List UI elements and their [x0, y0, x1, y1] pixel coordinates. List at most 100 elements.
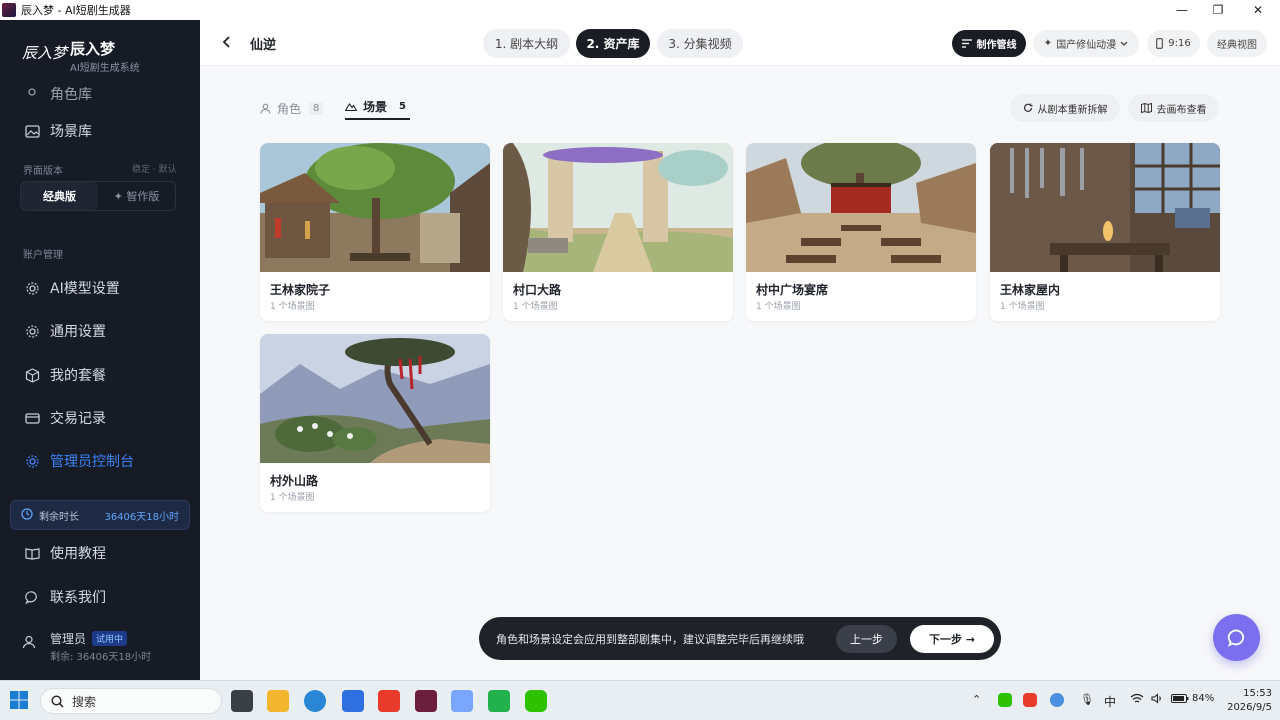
- tab-roles-count: 8: [309, 101, 324, 115]
- user-name: 管理员: [50, 632, 87, 646]
- sidebar-item-label: AI模型设置: [50, 281, 120, 297]
- sidebar-item-tutorial[interactable]: 使用教程: [14, 535, 186, 571]
- brand-subtitle: AI短剧生成系统: [70, 63, 140, 74]
- microphone-icon[interactable]: 🎙: [1080, 693, 1094, 706]
- scene-title: 村外山路: [270, 474, 319, 488]
- tray-wechat-icon[interactable]: [998, 693, 1012, 707]
- sidebar-item-package[interactable]: 我的套餐: [14, 357, 186, 393]
- edge-icon[interactable]: [304, 690, 326, 712]
- mountain-icon: [345, 101, 357, 111]
- sidebar: 角色库 辰入梦 辰入梦 AI短剧生成系统 场景库 界面版本 稳定 · 默认 经典…: [0, 20, 200, 680]
- step-episode-video[interactable]: 3. 分集视频: [657, 29, 743, 58]
- ratio-button[interactable]: 9:16: [1147, 30, 1200, 57]
- gear-icon: [24, 280, 40, 296]
- tab-scenes-label: 场景: [363, 99, 388, 114]
- maximize-button[interactable]: ❐: [1200, 0, 1236, 20]
- resplit-button[interactable]: 从剧本重新拆解: [1010, 94, 1120, 122]
- app-green-icon[interactable]: [488, 690, 510, 712]
- scene-image: [503, 143, 733, 272]
- user-profile[interactable]: 管理员 试用中 剩余: 36406天18小时: [22, 628, 192, 663]
- user-icon: [22, 634, 36, 653]
- sidebar-item-scenes[interactable]: 场景库: [14, 113, 186, 149]
- sidebar-item-transactions[interactable]: 交易记录: [14, 400, 186, 436]
- image-icon: [24, 123, 40, 139]
- wechat-icon[interactable]: [525, 690, 547, 712]
- scene-image: [260, 334, 490, 463]
- window-title: 辰入梦 - AI短剧生成器: [21, 4, 131, 17]
- taskbar-clock[interactable]: 15:53 2026/9/5: [1224, 687, 1272, 715]
- sidebar-item-roles[interactable]: 角色库: [14, 76, 186, 112]
- scene-subtitle: 1 个场景图: [270, 302, 315, 312]
- app-blue-icon[interactable]: [342, 690, 364, 712]
- tray-wps-icon[interactable]: [1023, 693, 1037, 707]
- wps-icon[interactable]: [378, 690, 400, 712]
- version-smart-button[interactable]: ✦ 智作版: [98, 182, 175, 210]
- sidebar-item-contact[interactable]: 联系我们: [14, 579, 186, 615]
- taskbar-search[interactable]: 搜索: [40, 688, 222, 714]
- step-asset-library[interactable]: 2. 资产库: [576, 29, 650, 58]
- sidebar-item-label: 我的套餐: [50, 368, 106, 384]
- sidebar-item-label: 角色库: [50, 87, 92, 103]
- ratio-label: 9:16: [1168, 38, 1191, 49]
- step-script-outline[interactable]: 1. 剧本大纲: [483, 29, 570, 58]
- pipeline-label: 制作管线: [976, 40, 1017, 51]
- card-icon: [24, 410, 40, 426]
- windows-start-icon[interactable]: [9, 690, 31, 712]
- style-select[interactable]: ✦ 国产修仙动漫: [1033, 30, 1139, 57]
- bottom-message: 角色和场景设定会应用到整部剧集中，建议调整完毕后再继续哦: [496, 633, 804, 646]
- minimize-button[interactable]: —: [1164, 0, 1200, 20]
- next-step-button[interactable]: 下一步 →: [910, 625, 994, 653]
- scene-title: 王林家院子: [270, 283, 331, 297]
- tray-chevron-up-icon[interactable]: ⌃: [972, 693, 981, 706]
- snipping-tool-icon[interactable]: [451, 690, 473, 712]
- volume-icon[interactable]: [1151, 693, 1164, 707]
- scene-card[interactable]: 王林家院子 1 个场景图: [260, 143, 490, 321]
- chat-fab-button[interactable]: [1213, 614, 1260, 661]
- ui-version-hint: 稳定 · 默认: [132, 165, 177, 175]
- app-icon: [2, 3, 16, 17]
- sidebar-item-admin[interactable]: 管理员控制台: [14, 443, 186, 479]
- clock-icon: [21, 507, 33, 523]
- bottom-action-bar: 角色和场景设定会应用到整部剧集中，建议调整完毕后再继续哦 上一步 下一步 →: [479, 617, 1001, 660]
- phone-icon: [1156, 38, 1164, 49]
- remaining-time-box: 剩余时长 36406天18小时: [10, 500, 190, 530]
- task-view-icon[interactable]: [231, 690, 253, 712]
- scene-card[interactable]: 村口大路 1 个场景图: [503, 143, 733, 321]
- scene-card[interactable]: 王林家屋内 1 个场景图: [990, 143, 1220, 321]
- pipeline-button[interactable]: 制作管线: [952, 30, 1026, 57]
- trial-badge: 试用中: [92, 631, 128, 646]
- battery-indicator[interactable]: 84%: [1171, 693, 1214, 704]
- version-classic-button[interactable]: 经典版: [21, 182, 98, 210]
- brand-logo: 辰入梦: [22, 44, 68, 62]
- battery-percent: 84%: [1192, 693, 1215, 704]
- package-icon: [24, 367, 40, 383]
- tab-scenes[interactable]: 场景 5: [345, 96, 410, 120]
- canvas-button[interactable]: 去画布查看: [1128, 94, 1219, 122]
- menu-icon: [961, 39, 972, 48]
- scene-image: [746, 143, 976, 272]
- scene-card[interactable]: 村中广场宴席 1 个场景图: [746, 143, 976, 321]
- brand-name: 辰入梦: [70, 40, 116, 58]
- sidebar-item-general[interactable]: 通用设置: [14, 313, 186, 349]
- back-arrow-icon[interactable]: [220, 34, 234, 53]
- remaining-label: 剩余时长: [39, 511, 79, 523]
- scene-image: [990, 143, 1220, 272]
- file-explorer-icon[interactable]: [267, 690, 289, 712]
- close-button[interactable]: ✕: [1240, 0, 1276, 20]
- scene-image: [260, 143, 490, 272]
- classic-view-button[interactable]: 经典视图: [1207, 30, 1267, 57]
- sidebar-item-label: 使用教程: [50, 546, 106, 562]
- input-language[interactable]: 中: [1104, 693, 1116, 710]
- refresh-icon: [1023, 103, 1033, 113]
- sidebar-item-ai-model[interactable]: AI模型设置: [14, 270, 186, 306]
- prev-step-button[interactable]: 上一步: [836, 625, 897, 653]
- scene-card[interactable]: 村外山路 1 个场景图: [260, 334, 490, 512]
- window-titlebar: 辰入梦 - AI短剧生成器 — ❐ ✕: [0, 0, 1280, 20]
- sidebar-item-label: 交易记录: [50, 411, 106, 427]
- sidebar-item-label: 联系我们: [50, 590, 106, 606]
- tab-scenes-count: 5: [399, 100, 406, 112]
- app-chenrumeng-icon[interactable]: [415, 690, 437, 712]
- tray-cloud-icon[interactable]: [1050, 693, 1064, 707]
- wifi-icon[interactable]: [1130, 693, 1144, 707]
- tab-roles[interactable]: 角色 8: [260, 96, 324, 120]
